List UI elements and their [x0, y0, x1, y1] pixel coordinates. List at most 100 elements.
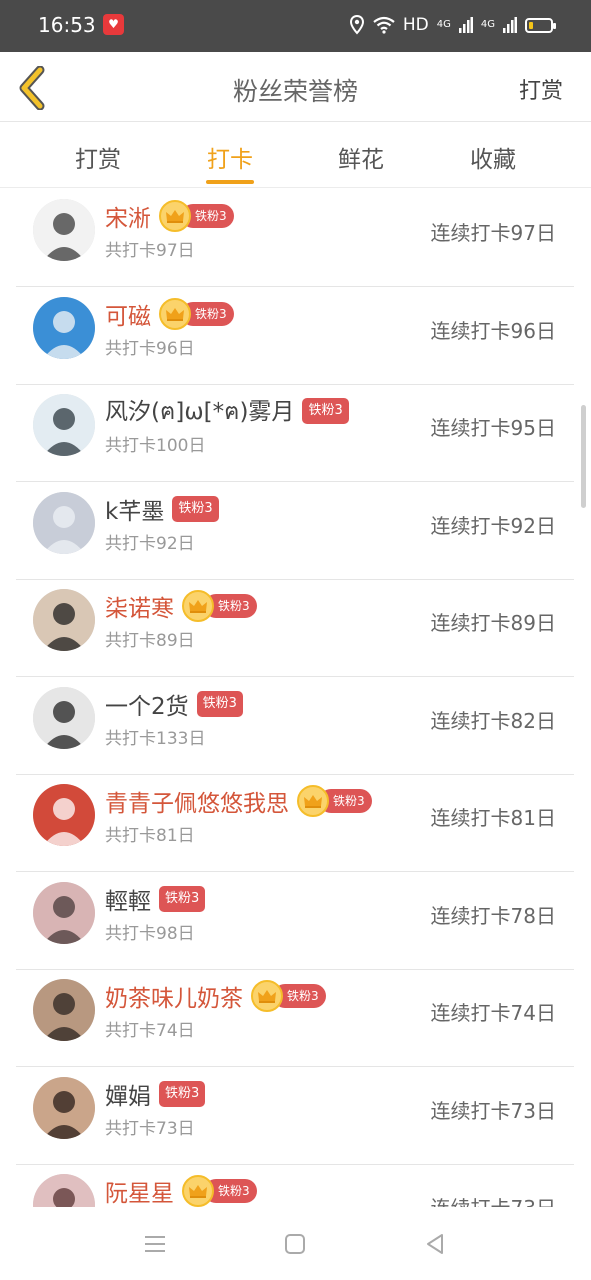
status-icons: HD 4G 4G	[349, 11, 556, 39]
avatar[interactable]	[33, 199, 95, 261]
top-app-bar: 粉丝荣誉榜 打赏	[0, 52, 591, 122]
user-name[interactable]: 奶茶味儿奶茶	[105, 979, 243, 1013]
consecutive-checkin-days: 连续打卡78日	[430, 903, 556, 928]
name-line: 嬋娟 铁粉3	[105, 1077, 206, 1111]
consecutive-checkin-days: 连续打卡81日	[430, 806, 556, 830]
tab-bar: 打赏 打卡 鲜花 收藏	[0, 122, 591, 188]
avatar[interactable]	[33, 881, 95, 944]
home-icon[interactable]	[280, 1229, 310, 1259]
avatar[interactable]	[33, 1174, 95, 1207]
name-line: 奶茶味儿奶茶 铁粉3	[105, 979, 326, 1013]
total-checkin-days: 共打卡98日	[105, 923, 195, 944]
name-line: 可磁 铁粉3	[105, 297, 234, 331]
avatar[interactable]	[33, 296, 95, 359]
fan-level-badge: 铁粉3	[196, 690, 243, 717]
back-icon[interactable]	[420, 1229, 450, 1259]
list-item[interactable]: k芊墨 铁粉3 共打卡92日 连续打卡92日	[16, 482, 574, 580]
consecutive-checkin-days: 连续打卡74日	[430, 1001, 556, 1025]
avatar[interactable]	[33, 784, 95, 846]
app-notification-icon: ♥	[103, 14, 124, 35]
name-line: k芊墨 铁粉3	[105, 492, 219, 526]
user-name[interactable]: 輕輕	[105, 882, 151, 916]
avatar[interactable]	[33, 394, 95, 456]
user-name[interactable]: 一个2货	[105, 687, 189, 721]
crown-icon	[182, 1175, 214, 1207]
crown-icon	[182, 590, 214, 622]
list-item[interactable]: 一个2货 铁粉3 共打卡133日 连续打卡82日	[16, 677, 574, 775]
total-checkin-days: 共打卡74日	[105, 1021, 195, 1041]
signal-icon	[458, 17, 473, 33]
total-checkin-days: 共打卡81日	[105, 826, 195, 846]
user-name[interactable]: k芊墨	[105, 492, 164, 526]
user-name[interactable]: 宋淅	[105, 199, 151, 233]
total-checkin-days: 共打卡96日	[105, 338, 195, 359]
list-item[interactable]: 风汐(ฅ]ω[*ฅ)雾月 铁粉3 共打卡100日 连续打卡95日	[16, 384, 574, 482]
user-name[interactable]: 风汐(ฅ]ω[*ฅ)雾月	[105, 392, 294, 430]
page-title: 粉丝荣誉榜	[232, 77, 358, 106]
crown-icon	[297, 785, 329, 817]
user-name[interactable]: 柒诺寒	[105, 589, 174, 623]
consecutive-checkin-days: 连续打卡82日	[430, 708, 556, 733]
consecutive-checkin-days: 连续打卡73日	[430, 1098, 556, 1123]
network-type: HD	[402, 15, 429, 35]
reward-button[interactable]: 打赏	[519, 73, 563, 105]
list-item[interactable]: 青青子佩悠悠我思 铁粉3 共打卡81日 连续打卡81日	[16, 774, 574, 872]
fan-level-badge: 铁粉3	[159, 1080, 206, 1107]
name-line: 輕輕 铁粉3	[105, 882, 206, 916]
consecutive-checkin-days: 连续打卡89日	[430, 611, 556, 635]
signal-icon	[503, 17, 517, 33]
list-item[interactable]: 可磁 铁粉3 共打卡96日 连续打卡96日	[16, 287, 574, 385]
fan-level-badge: 铁粉3	[172, 495, 219, 522]
fan-level-badge: 铁粉3	[302, 398, 349, 424]
list-item[interactable]: 宋淅 铁粉3 共打卡97日 连续打卡97日	[16, 189, 574, 287]
crown-icon	[251, 980, 283, 1012]
scrollbar[interactable]	[581, 405, 586, 508]
consecutive-checkin-days: 连续打卡96日	[430, 318, 556, 343]
crown-icon	[159, 297, 191, 330]
name-line: 阮星星 铁粉3	[105, 1174, 257, 1207]
signal-label-2: 4G	[480, 19, 495, 30]
avatar[interactable]	[33, 686, 95, 749]
avatar[interactable]	[33, 1076, 95, 1139]
tab-checkin[interactable]: 打卡	[185, 140, 275, 184]
fan-ranking-list[interactable]: 宋淅 铁粉3 共打卡97日 连续打卡97日 可磁 铁粉3 共打卡96日 连续打卡96日 风汐(ฅ…	[0, 189, 591, 1207]
name-line: 柒诺寒 铁粉3	[105, 589, 257, 623]
list-item[interactable]: 嬋娟 铁粉3 共打卡73日 连续打卡73日	[16, 1067, 574, 1165]
signal-label-1: 4G	[436, 19, 451, 30]
total-checkin-days: 共打卡92日	[105, 533, 195, 554]
consecutive-checkin-days: 连续打卡73日	[431, 1192, 556, 1207]
consecutive-checkin-days: 连续打卡92日	[430, 513, 556, 538]
tab-favorites[interactable]: 收藏	[448, 140, 538, 174]
user-name[interactable]: 阮星星	[105, 1174, 174, 1207]
total-checkin-days: 共打卡100日	[105, 436, 206, 456]
tab-label: 鲜花	[338, 147, 384, 173]
consecutive-checkin-days: 连续打卡97日	[430, 221, 556, 245]
avatar[interactable]	[33, 979, 95, 1041]
list-item[interactable]: 輕輕 铁粉3 共打卡98日 连续打卡78日	[16, 872, 574, 970]
user-name[interactable]: 可磁	[105, 297, 151, 331]
total-checkin-days: 共打卡133日	[105, 728, 206, 749]
name-line: 青青子佩悠悠我思 铁粉3	[105, 784, 372, 818]
total-checkin-days: 共打卡97日	[105, 241, 195, 261]
name-line: 宋淅 铁粉3	[105, 199, 234, 233]
avatar[interactable]	[33, 491, 95, 554]
tab-reward[interactable]: 打赏	[53, 140, 143, 174]
user-name[interactable]: 嬋娟	[105, 1077, 151, 1111]
tab-flowers[interactable]: 鲜花	[316, 140, 406, 174]
total-checkin-days: 共打卡73日	[105, 1118, 195, 1139]
fan-level-badge: 铁粉3	[159, 885, 206, 912]
name-line: 风汐(ฅ]ω[*ฅ)雾月 铁粉3	[105, 394, 349, 428]
status-time: 16:53	[38, 13, 96, 37]
crown-icon	[159, 200, 191, 232]
menu-icon[interactable]	[140, 1229, 170, 1259]
total-checkin-days: 共打卡89日	[105, 631, 195, 651]
battery-icon	[525, 17, 556, 33]
user-name[interactable]: 青青子佩悠悠我思	[105, 784, 289, 818]
wifi-icon	[373, 16, 395, 34]
list-item[interactable]: 奶茶味儿奶茶 铁粉3 共打卡74日 连续打卡74日	[16, 969, 574, 1067]
tab-label: 收藏	[470, 147, 516, 173]
avatar[interactable]	[33, 589, 95, 651]
name-line: 一个2货 铁粉3	[105, 687, 243, 721]
list-item[interactable]: 阮星星铁粉3 连续打卡73日	[16, 1164, 574, 1207]
list-item[interactable]: 柒诺寒 铁粉3 共打卡89日 连续打卡89日	[16, 579, 574, 677]
